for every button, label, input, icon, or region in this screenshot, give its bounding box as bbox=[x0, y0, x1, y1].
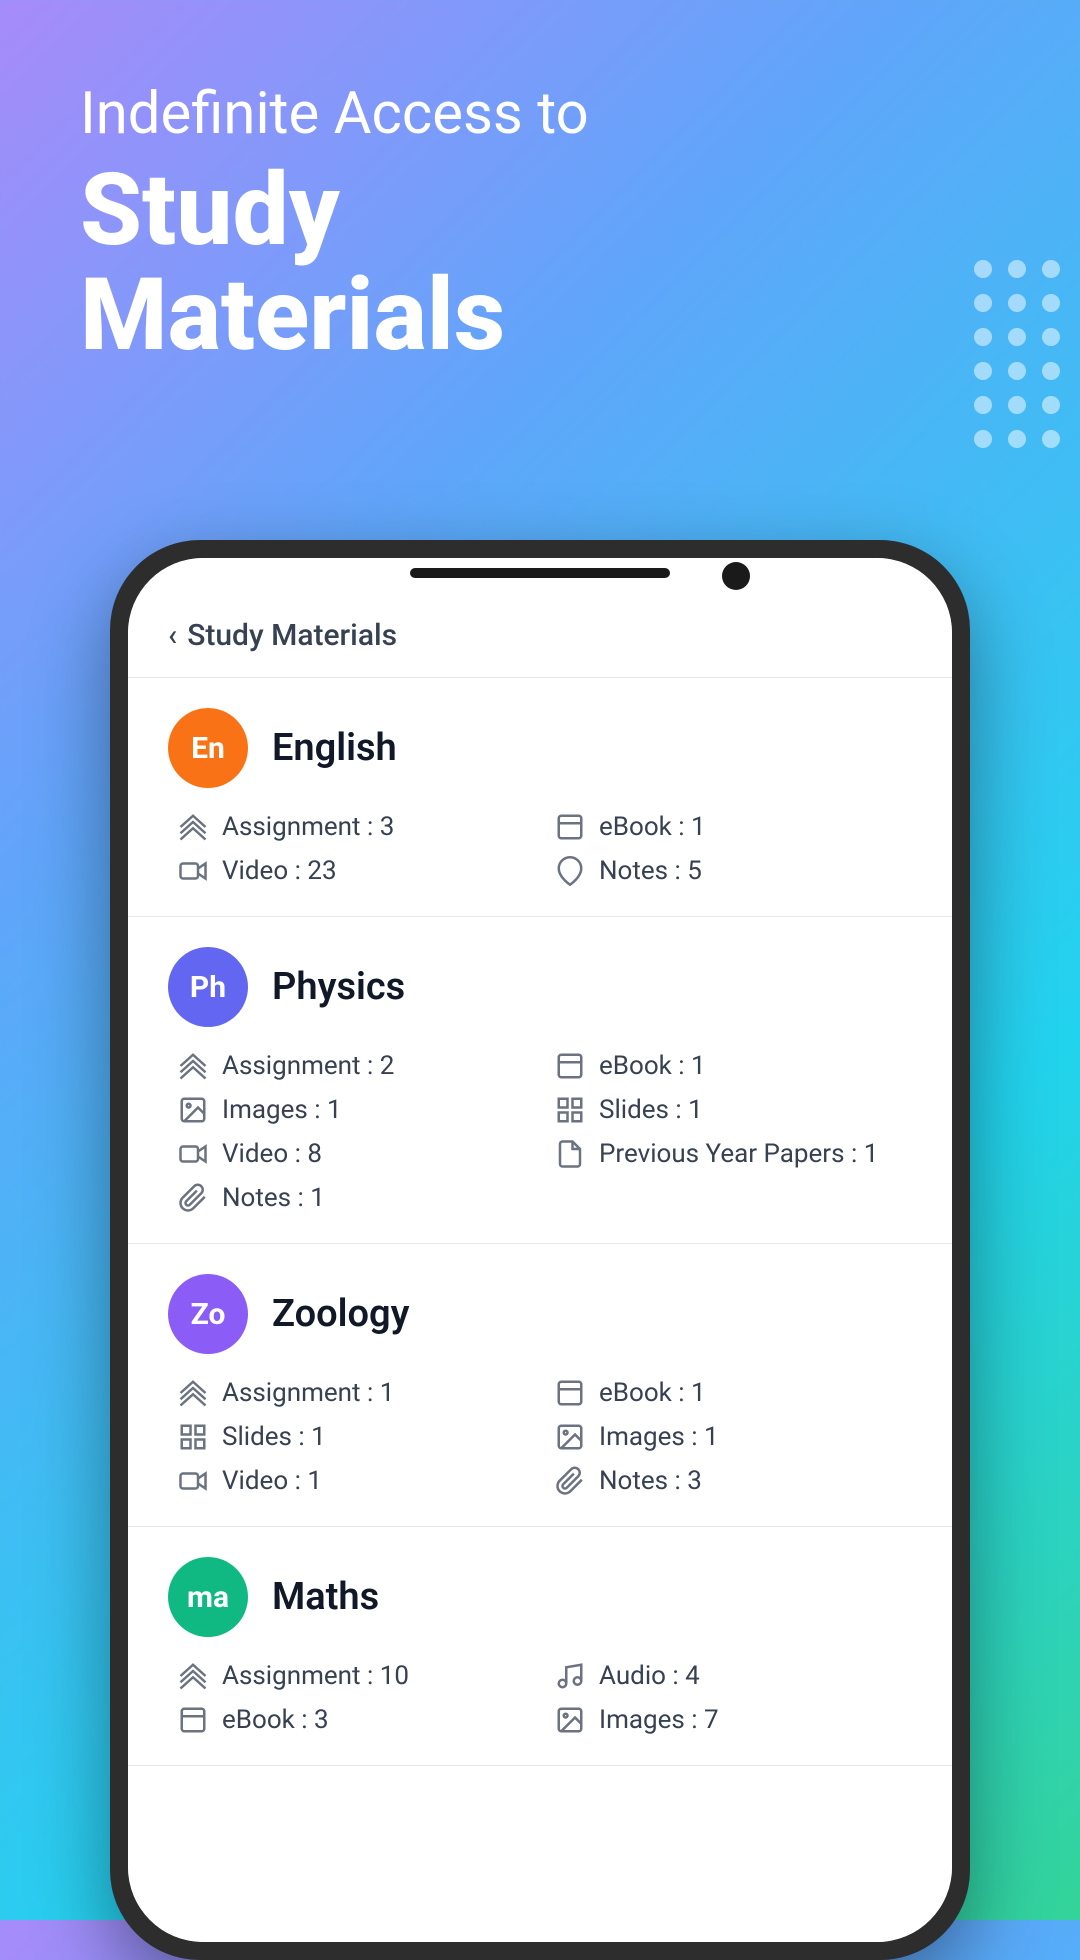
stat-label: Notes : 5 bbox=[599, 856, 702, 886]
phone-screen: ‹ Study Materials En English Assignment … bbox=[128, 558, 952, 1942]
stat-ebook: eBook : 1 bbox=[555, 1378, 912, 1408]
stat-assignment: Assignment : 10 bbox=[178, 1661, 535, 1691]
stat-notes: Notes : 5 bbox=[555, 856, 912, 886]
subject-stats-english: Assignment : 3 eBook : 1 Video : 23 bbox=[168, 812, 912, 886]
stat-prev-year: Previous Year Papers : 1 bbox=[555, 1139, 912, 1169]
subject-header-physics: Ph Physics bbox=[168, 947, 912, 1027]
stat-label: Assignment : 10 bbox=[222, 1661, 409, 1691]
paperclip-icon bbox=[555, 1466, 585, 1496]
stat-label: Images : 1 bbox=[222, 1095, 342, 1125]
layers-icon bbox=[178, 812, 208, 842]
stat-notes: Notes : 3 bbox=[555, 1466, 912, 1496]
stat-notes: Notes : 1 bbox=[178, 1183, 535, 1213]
stat-assignment: Assignment : 2 bbox=[178, 1051, 535, 1081]
subject-name-maths: Maths bbox=[272, 1575, 379, 1619]
stat-label: Assignment : 1 bbox=[222, 1378, 394, 1408]
stat-label: Images : 7 bbox=[599, 1705, 719, 1735]
book-icon bbox=[555, 812, 585, 842]
stat-label: Video : 1 bbox=[222, 1466, 322, 1496]
book-icon bbox=[555, 1051, 585, 1081]
phone-frame: ‹ Study Materials En English Assignment … bbox=[110, 540, 970, 1960]
subject-name-physics: Physics bbox=[272, 965, 405, 1009]
subject-card-physics: Ph Physics Assignment : 2 eBook : bbox=[128, 917, 952, 1244]
book-icon bbox=[178, 1705, 208, 1735]
hero-title: Study Materials bbox=[80, 158, 589, 368]
image-icon bbox=[178, 1095, 208, 1125]
stat-images: Images : 1 bbox=[178, 1095, 535, 1125]
hero-tagline: Indefinite Access to bbox=[80, 80, 589, 150]
video-icon bbox=[178, 1466, 208, 1496]
subject-header-english: En English bbox=[168, 708, 912, 788]
back-navigation[interactable]: ‹ Study Materials bbox=[168, 618, 912, 653]
phone-camera bbox=[722, 562, 750, 590]
audio-icon bbox=[555, 1661, 585, 1691]
subject-card-english: En English Assignment : 3 eBook : bbox=[128, 678, 952, 917]
stat-label: eBook : 1 bbox=[599, 1051, 706, 1081]
stat-label: Notes : 3 bbox=[599, 1466, 702, 1496]
subject-header-zoology: Zo Zoology bbox=[168, 1274, 912, 1354]
stat-audio: Audio : 4 bbox=[555, 1661, 912, 1691]
stat-label: Previous Year Papers : 1 bbox=[599, 1139, 878, 1169]
paperclip-icon bbox=[178, 1183, 208, 1213]
stat-ebook: eBook : 1 bbox=[555, 1051, 912, 1081]
stat-ebook: eBook : 1 bbox=[555, 812, 912, 842]
image-icon bbox=[555, 1422, 585, 1452]
slides-icon bbox=[555, 1095, 585, 1125]
stat-slides: Slides : 1 bbox=[178, 1422, 535, 1452]
subject-card-zoology: Zo Zoology Assignment : 1 eBook : bbox=[128, 1244, 952, 1527]
stat-label: Slides : 1 bbox=[222, 1422, 326, 1452]
stat-images: Images : 7 bbox=[555, 1705, 912, 1735]
stat-label: Slides : 1 bbox=[599, 1095, 703, 1125]
stat-label: eBook : 1 bbox=[599, 812, 706, 842]
avatar-physics: Ph bbox=[168, 947, 248, 1027]
phone-notch bbox=[410, 568, 670, 578]
stat-images: Images : 1 bbox=[555, 1422, 912, 1452]
screen-title: Study Materials bbox=[187, 618, 397, 653]
stat-assignment: Assignment : 1 bbox=[178, 1378, 535, 1408]
stat-label: Assignment : 2 bbox=[222, 1051, 394, 1081]
subject-name-zoology: Zoology bbox=[272, 1292, 409, 1336]
doc-icon bbox=[555, 1139, 585, 1169]
stat-video: Video : 1 bbox=[178, 1466, 535, 1496]
layers-icon bbox=[178, 1661, 208, 1691]
stat-assignment: Assignment : 3 bbox=[178, 812, 535, 842]
stat-label: Assignment : 3 bbox=[222, 812, 394, 842]
stat-video: Video : 8 bbox=[178, 1139, 535, 1169]
subject-card-maths: ma Maths Assignment : 10 Audio : bbox=[128, 1527, 952, 1766]
subject-stats-maths: Assignment : 10 Audio : 4 eBook : 3 bbox=[168, 1661, 912, 1735]
stat-label: Audio : 4 bbox=[599, 1661, 700, 1691]
avatar-maths: ma bbox=[168, 1557, 248, 1637]
video-icon bbox=[178, 856, 208, 886]
stat-label: eBook : 1 bbox=[599, 1378, 706, 1408]
image-icon bbox=[555, 1705, 585, 1735]
subject-stats-physics: Assignment : 2 eBook : 1 Images : 1 bbox=[168, 1051, 912, 1213]
avatar-english: En bbox=[168, 708, 248, 788]
back-chevron-icon: ‹ bbox=[168, 618, 177, 653]
layers-icon bbox=[178, 1051, 208, 1081]
stat-label: Notes : 1 bbox=[222, 1183, 325, 1213]
avatar-zoology: Zo bbox=[168, 1274, 248, 1354]
stat-ebook: eBook : 3 bbox=[178, 1705, 535, 1735]
dots-decoration bbox=[974, 260, 1060, 448]
stat-label: Images : 1 bbox=[599, 1422, 719, 1452]
stat-label: Video : 23 bbox=[222, 856, 337, 886]
subject-header-maths: ma Maths bbox=[168, 1557, 912, 1637]
book-icon bbox=[555, 1378, 585, 1408]
stat-slides: Slides : 1 bbox=[555, 1095, 912, 1125]
stat-label: eBook : 3 bbox=[222, 1705, 329, 1735]
clip-icon bbox=[555, 856, 585, 886]
subject-stats-zoology: Assignment : 1 eBook : 1 Slides : 1 bbox=[168, 1378, 912, 1496]
slides-icon bbox=[178, 1422, 208, 1452]
stat-label: Video : 8 bbox=[222, 1139, 322, 1169]
layers-icon bbox=[178, 1378, 208, 1408]
subject-name-english: English bbox=[272, 726, 397, 770]
hero-section: Indefinite Access to Study Materials bbox=[80, 80, 589, 368]
stat-video: Video : 23 bbox=[178, 856, 535, 886]
video-icon bbox=[178, 1139, 208, 1169]
screen-content: En English Assignment : 3 eBook : bbox=[128, 678, 952, 1942]
